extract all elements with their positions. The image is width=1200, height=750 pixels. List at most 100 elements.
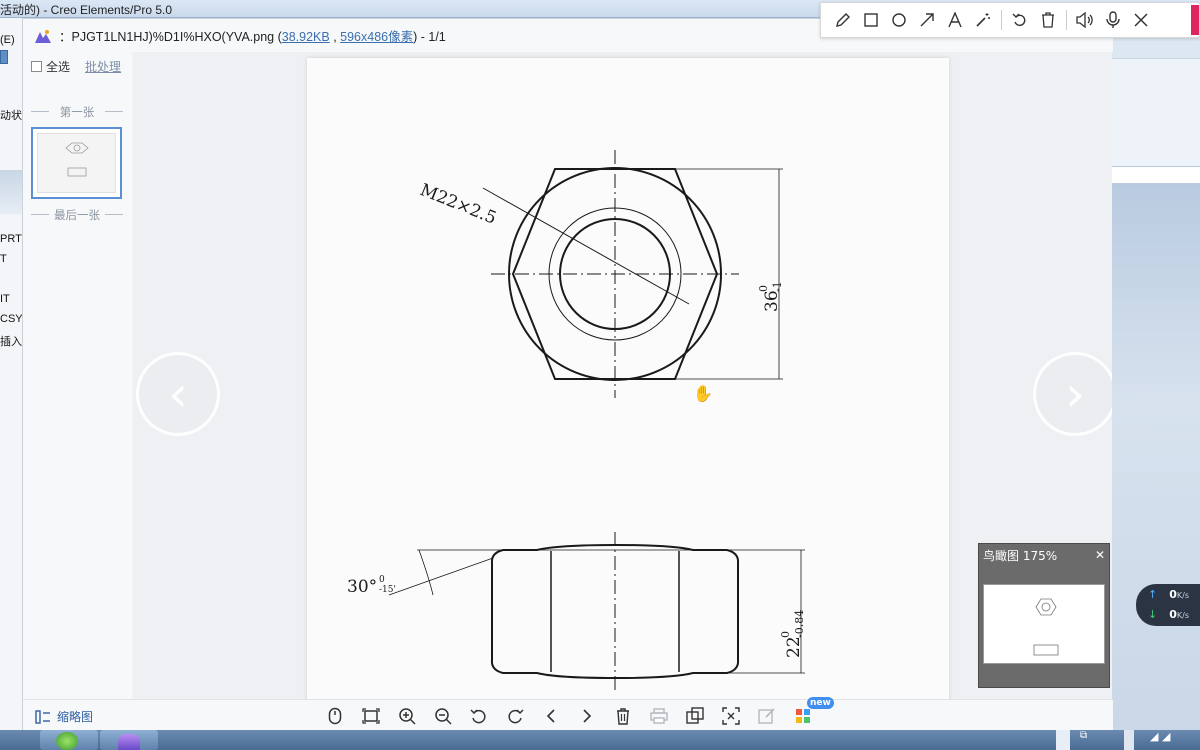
right-panel-graphic [1112,184,1200,730]
width-tol-upper: 0 [779,631,792,638]
height-tol-lower: -1 [771,281,784,292]
checkbox-box[interactable] [31,61,42,72]
tray-window-icon[interactable]: ⧉ [1080,730,1090,750]
arrow-icon[interactable] [913,6,941,34]
select-all-checkbox[interactable]: 全选 [31,58,70,75]
left-toolbar-icon [0,50,8,64]
bird-view-title: 鸟瞰图 175% [983,548,1058,563]
network-speed-widget[interactable]: ↑ 0K/s ↓ 0K/s [1136,584,1200,626]
angle-tol-upper: 0 [379,575,385,585]
first-image-label: 第一张 [31,104,123,120]
bird-view-close-icon[interactable]: ✕ [1095,548,1105,562]
upload-speed: 0 [1169,588,1177,601]
thread-size-label: M22×2.5 [417,180,499,229]
taskbar-app-icon [118,734,140,750]
circle-icon[interactable] [885,6,913,34]
thumbnails-label[interactable]: 缩略图 [57,708,93,725]
background-window-title: 活动的) - Creo Elements/Pro 5.0 [0,3,173,17]
new-badge: new [807,697,834,709]
width-dimension-label: 22 [784,636,804,658]
mouse-mode-icon[interactable] [323,705,347,727]
file-index: ) - 1/1 [413,30,446,44]
rotate-right-icon[interactable] [503,705,527,727]
engineering-drawing: M22×2.5 36 0 -1 22 0 -0.84 30° 0 -15' [347,150,806,694]
viewer-file-info: ：PJGT1LN1HJ)%D1I%HXO(YVA.png (38.92KB , … [59,26,446,45]
undo-icon[interactable] [1006,6,1034,34]
drawing-image[interactable]: M22×2.5 36 0 -1 22 0 -0.84 30° 0 -15' ✋ [307,58,949,699]
prev-image-button[interactable]: ‹ [136,352,220,436]
screenshot-icon[interactable] [719,705,743,727]
left-panel-graphic [0,170,22,214]
edit-icon[interactable] [755,705,779,727]
delete-icon[interactable] [1034,6,1062,34]
height-dimension-label: 36 [762,290,782,312]
upload-unit: K/s [1176,591,1189,600]
left-label-insert[interactable]: 插入 [0,333,22,349]
image-viewer-window: ：PJGT1LN1HJ)%D1I%HXO(YVA.png (38.92KB , … [22,18,1113,731]
thumbnail-item[interactable] [31,127,122,199]
thread-leader-line [482,187,690,305]
zoom-in-icon[interactable] [395,705,419,727]
bird-view-image[interactable] [983,584,1105,664]
copy-icon[interactable] [683,705,707,727]
angle-leader-line [388,557,494,596]
last-image-label: 最后一张 [31,207,123,223]
left-label-edit: (E) [0,34,15,46]
microphone-icon[interactable] [1099,6,1127,34]
close-icon[interactable] [1127,6,1155,34]
download-unit: K/s [1176,611,1189,620]
tray-network-icon[interactable] [1124,730,1134,750]
toolbar-edge-marker [1191,5,1199,35]
image-tools: new [323,697,834,727]
toolbar-separator [1066,10,1067,30]
batch-process-link[interactable]: 批处理 [85,58,121,75]
screenshot-annotation-toolbar [820,2,1200,38]
viewer-bottom-toolbar: 缩略图 new [23,697,1113,731]
next-image-button[interactable]: › [1033,352,1112,436]
right-panel-strip [1112,166,1200,184]
background-window-left-panel: (E) 动状 PRT T IT CSYS 插入 [0,18,30,730]
left-label-it[interactable]: IT [0,293,10,305]
windows-taskbar: ⧉ ◢ ◢ [0,730,1200,750]
select-all-label[interactable]: 全选 [46,58,70,75]
print-icon[interactable] [647,705,671,727]
previous-icon[interactable] [539,705,563,727]
angle-tol-lower: -15' [379,585,396,595]
thumbnails-toggle-button[interactable]: 缩略图 [35,708,93,725]
left-label-t[interactable]: T [0,253,7,265]
thumbnail-image[interactable] [37,133,116,193]
image-canvas[interactable]: M22×2.5 36 0 -1 22 0 -0.84 30° 0 -15' ✋ … [133,52,1112,699]
toolbar-separator [1001,10,1002,30]
file-size-link[interactable]: 38.92KB [282,30,330,44]
download-arrow-icon: ↓ [1148,608,1158,621]
magic-wand-icon[interactable] [969,6,997,34]
left-label-status: 动状 [0,110,22,122]
taskbar-app-button[interactable] [100,730,158,750]
upload-arrow-icon: ↑ [1148,588,1158,601]
pencil-icon[interactable] [829,6,857,34]
left-label-prt[interactable]: PRT [0,233,22,245]
zoom-out-icon[interactable] [431,705,455,727]
height-tol-upper: 0 [757,285,770,292]
delete-icon[interactable] [611,705,635,727]
bird-view-panel[interactable]: 鸟瞰图 175% ✕ [978,543,1110,688]
download-speed: 0 [1169,608,1177,621]
file-name: ：PJGT1LN1HJ)%D1I%HXO(YVA.png ( [59,30,282,44]
rectangle-icon[interactable] [857,6,885,34]
thumbnail-sidebar: 全选 批处理 第一张 最后一张 [23,52,132,699]
speaker-icon[interactable] [1071,6,1099,34]
rotate-left-icon[interactable] [467,705,491,727]
file-dimensions-link[interactable]: 596x486像素 [340,30,413,44]
tray-volume-icon[interactable]: ◢ ◢ [1150,730,1190,750]
apps-icon[interactable]: new [791,697,834,727]
angle-arc [418,549,434,596]
text-icon[interactable] [941,6,969,34]
fit-window-icon[interactable] [359,705,383,727]
width-tol-lower: -0.84 [793,610,806,638]
tray-check-icon[interactable] [1056,730,1070,750]
right-panel-band [1112,58,1200,166]
viewer-logo-icon [31,24,55,48]
taskbar-app-button[interactable] [40,730,98,750]
next-icon[interactable] [575,705,599,727]
taskbar-app-icon [56,732,78,750]
